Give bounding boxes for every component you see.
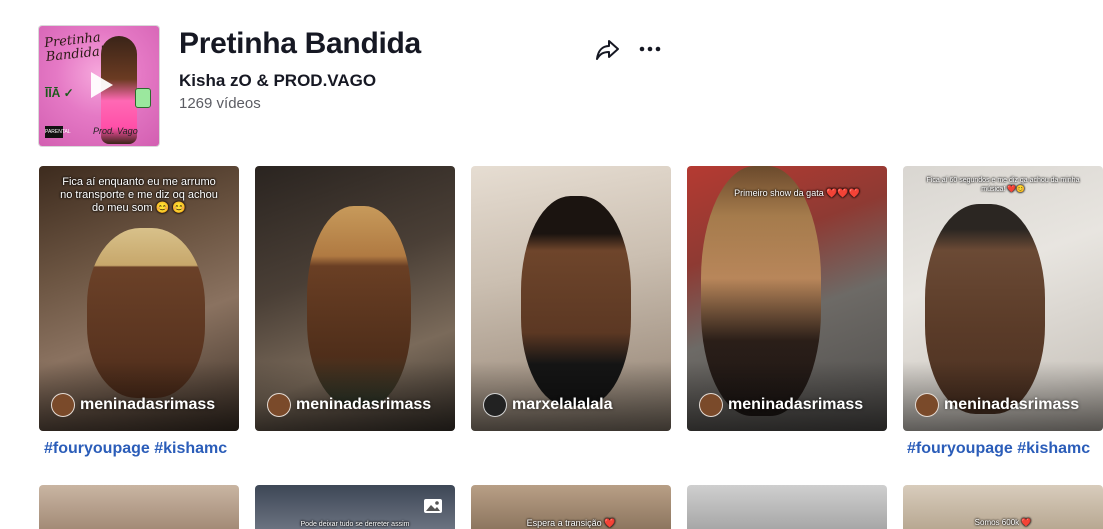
video-author[interactable]: marxelalalala (483, 393, 613, 417)
video-caption: Espera a transição ❤️ (526, 518, 616, 528)
username: meninadasrimass (80, 396, 216, 413)
video-card[interactable]: Fica aí 60 segundos e me diz qa achou da… (903, 166, 1103, 431)
avatar (915, 393, 939, 417)
video-author[interactable]: meninadasrimass (915, 393, 1079, 417)
video-author[interactable]: meninadasrimass (51, 393, 215, 417)
video-card[interactable]: Pode deixar tudo se derreter assim (255, 485, 455, 529)
video-author[interactable]: meninadasrimass (267, 393, 431, 417)
playlist-title: Pretinha Bandida (179, 27, 421, 60)
video-card[interactable] (687, 485, 887, 529)
video-count: 1269 vídeos (179, 95, 261, 112)
video-card[interactable] (39, 485, 239, 529)
share-button[interactable] (594, 37, 622, 63)
video-card[interactable]: Somos 600k ❤️ (903, 485, 1103, 529)
video-card[interactable]: Primeiro show da gata ❤️❤️❤️ meninadasri… (687, 166, 887, 431)
video-caption: Primeiro show da gata ❤️❤️❤️ (734, 188, 860, 198)
avatar (483, 393, 507, 417)
video-caption: Somos 600k ❤️ (974, 518, 1032, 527)
video-hashtags[interactable]: #fouryoupage #kishamc (907, 440, 1090, 458)
cover-decoration: ĪĪĀ ✓ (45, 86, 74, 100)
play-icon[interactable] (91, 72, 113, 98)
username: meninadasrimass (944, 396, 1080, 413)
playlist-cover[interactable]: Pretinha Bandida! ĪĪĀ ✓ PARENTAL Prod. Va… (39, 26, 159, 146)
video-card[interactable]: meninadasrimass (255, 166, 455, 431)
username: meninadasrimass (296, 396, 432, 413)
more-dots-icon (639, 46, 661, 52)
photo-icon (424, 499, 442, 513)
video-caption: Fica aí enquanto eu me arrumo no transpo… (60, 176, 218, 214)
share-arrow-icon (596, 40, 619, 60)
username: meninadasrimass (728, 396, 864, 413)
parental-advisory-badge: PARENTAL (45, 126, 71, 138)
cover-cup (135, 88, 151, 108)
artist-name[interactable]: Kisha zO & PROD.VAGO (179, 71, 376, 91)
avatar (51, 393, 75, 417)
username: marxelalalala (512, 396, 613, 413)
cover-signature: Prod. Vago (93, 126, 138, 136)
video-caption: Fica aí 60 segundos e me diz qa achou da… (926, 177, 1080, 193)
video-caption: Pode deixar tudo se derreter assim (300, 521, 410, 528)
video-author[interactable]: meninadasrimass (699, 393, 863, 417)
video-card[interactable]: marxelalalala (471, 166, 671, 431)
avatar (267, 393, 291, 417)
cover-title-art: Pretinha Bandida! (43, 30, 106, 66)
video-card[interactable]: Espera a transição ❤️ (471, 485, 671, 529)
avatar (699, 393, 723, 417)
more-options-button[interactable] (636, 37, 664, 61)
video-card[interactable]: Fica aí enquanto eu me arrumo no transpo… (39, 166, 239, 431)
video-hashtags[interactable]: #fouryoupage #kishamc (44, 440, 227, 458)
